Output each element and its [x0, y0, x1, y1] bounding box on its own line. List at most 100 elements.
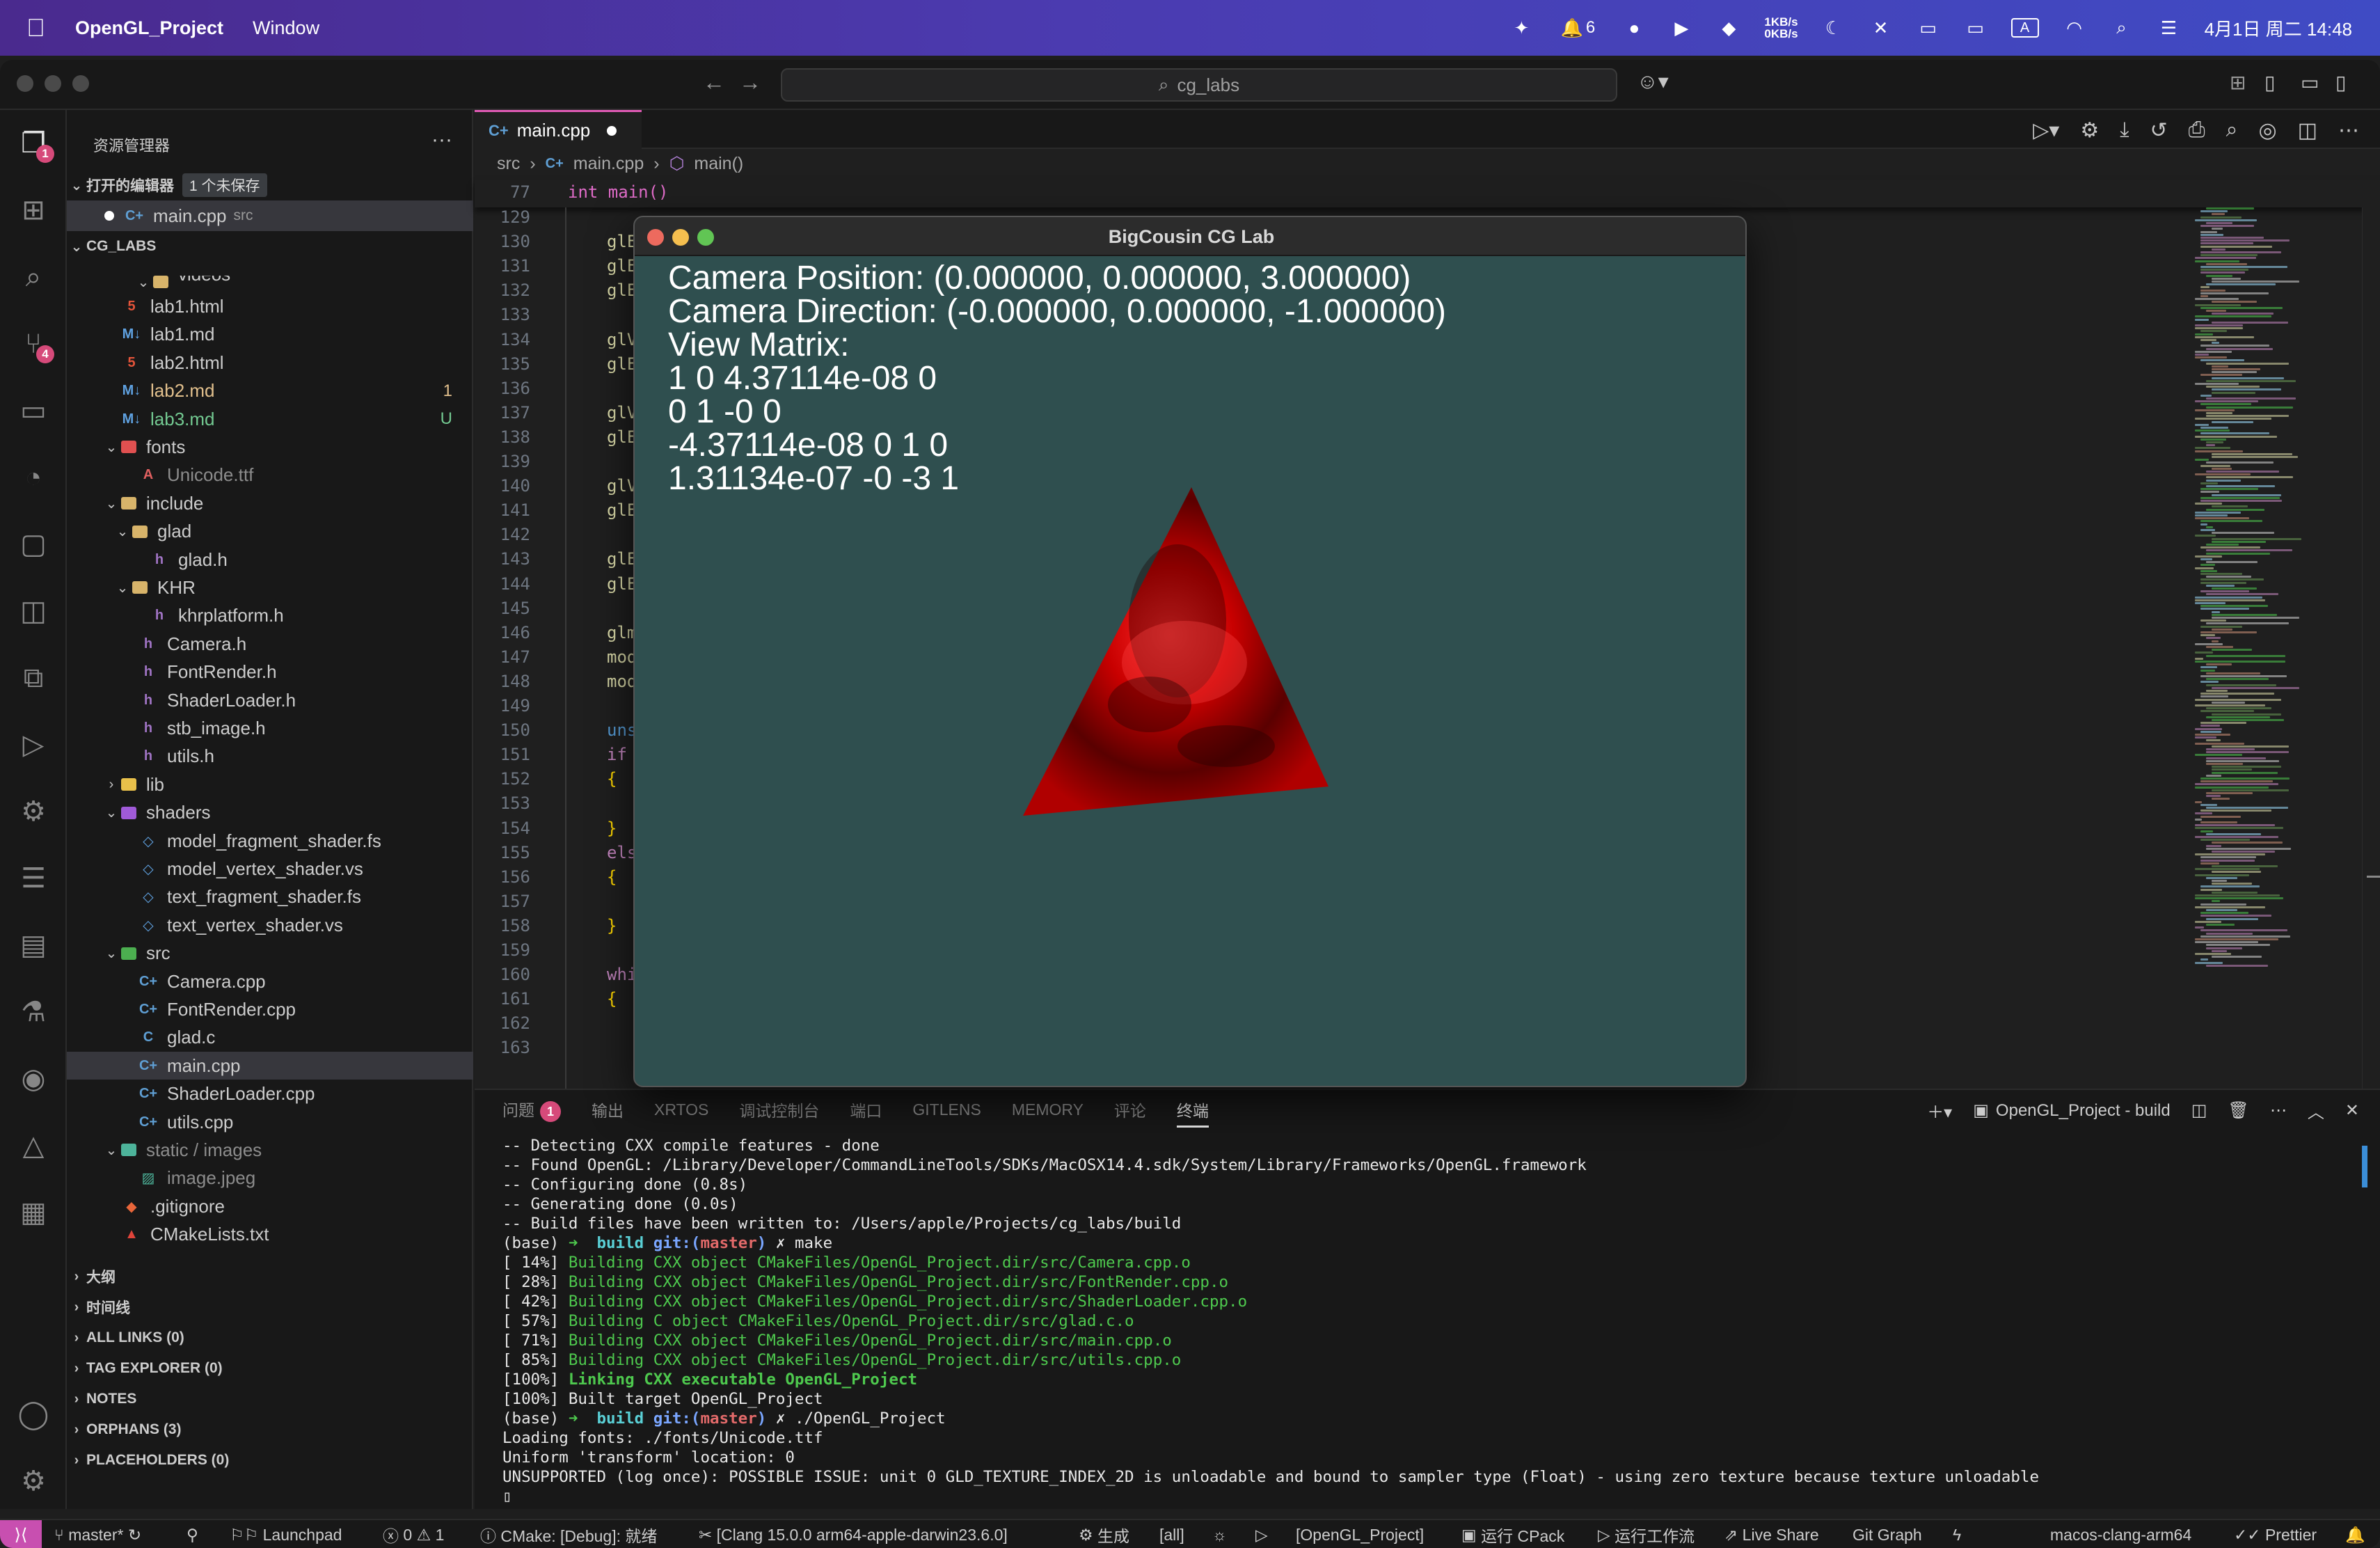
git-graph-button[interactable]: Git Graph — [1853, 1520, 1922, 1548]
sidebar-section[interactable]: › 时间线 — [67, 1293, 473, 1321]
database-icon[interactable]: ☰ — [15, 860, 51, 897]
more-actions-icon[interactable]: ··· — [431, 128, 452, 152]
sidebar-section[interactable]: › ALL LINKS (0) — [67, 1324, 473, 1352]
search-icon[interactable]: ⌕ — [15, 259, 51, 295]
minimize-window-button[interactable] — [45, 75, 61, 92]
file-item[interactable]: C+ FontRender.cpp — [67, 995, 473, 1023]
run-debug-icon[interactable]: ▷ — [15, 727, 51, 763]
file-item[interactable]: M↓ lab2.md 1 — [67, 377, 473, 405]
notebook-icon[interactable]: ▤ — [15, 927, 51, 963]
sticky-scroll-line[interactable]: 77 int main() — [475, 180, 2380, 207]
file-item[interactable]: C+ Camera.cpp — [67, 968, 473, 995]
file-item[interactable]: ◇ model_vertex_shader.vs — [67, 855, 473, 883]
run-icon[interactable]: ▷ — [1255, 1520, 1268, 1548]
cmake-status[interactable]: ⓘ CMake: [Debug]: 就绪 — [480, 1520, 657, 1548]
file-item[interactable]: h Camera.h — [67, 630, 473, 658]
sidebar-section[interactable]: › ORPHANS (3) — [67, 1416, 473, 1444]
more-actions-icon[interactable]: ⋯ — [2270, 1100, 2287, 1121]
file-item[interactable]: ▨ image.jpeg — [67, 1164, 473, 1192]
extensions-icon[interactable]: ⊞ — [15, 192, 51, 228]
prettier-status[interactable]: ✓✓ Prettier — [2234, 1520, 2317, 1548]
minimap[interactable] — [2193, 207, 2326, 980]
cmake-icon[interactable]: ⚙ — [15, 793, 51, 830]
ctest-button[interactable]: ▣ 运行 CPack — [1461, 1520, 1564, 1548]
wifi-icon[interactable]: ◠ — [2063, 17, 2086, 38]
github-icon[interactable]: ◉ — [15, 1061, 51, 1097]
close-panel-icon[interactable]: ✕ — [2345, 1100, 2359, 1121]
zoom-window-button[interactable] — [72, 75, 89, 92]
source-control-icon[interactable]: ⑂ 4 — [15, 326, 54, 363]
gitlens-icon[interactable]: ◔ — [15, 459, 51, 496]
panel-tab[interactable]: MEMORY — [1012, 1100, 1084, 1119]
file-item[interactable]: 5 lab1.html — [67, 292, 473, 320]
forward-arrow-icon[interactable]: → — [739, 70, 761, 95]
display-icon[interactable]: ▭ — [1917, 17, 1940, 38]
nodes-icon[interactable]: ⧉ — [15, 660, 51, 696]
gear-icon[interactable]: ⚙ — [2080, 118, 2099, 143]
close-window-button[interactable] — [17, 75, 33, 92]
panel-tab[interactable]: 评论 — [1114, 1098, 1146, 1121]
folder-item[interactable]: ⌄ videos — [67, 276, 473, 288]
file-item[interactable]: ▲ CMakeLists.txt — [67, 1221, 473, 1249]
mute-icon[interactable]: ✕ — [1869, 17, 1893, 38]
panel-tab[interactable]: 端口 — [850, 1098, 882, 1121]
history-icon[interactable]: ↺ — [2150, 118, 2168, 143]
testing-flask-icon[interactable]: ⚗ — [15, 994, 51, 1030]
book-icon[interactable]: ◫ — [15, 593, 51, 629]
folder-item[interactable]: ⌄ fonts — [67, 433, 473, 461]
file-item[interactable]: ◇ text_fragment_shader.fs — [67, 883, 473, 911]
panel-tab[interactable]: 输出 — [592, 1098, 624, 1121]
editor-scrollbar[interactable] — [2362, 207, 2380, 1133]
file-item[interactable]: h FontRender.h — [67, 658, 473, 686]
trash-icon[interactable]: 🗑 — [2228, 1100, 2248, 1121]
clock[interactable]: 4月1日 周二 14:48 — [2205, 15, 2352, 41]
file-item[interactable]: 5 lab2.html — [67, 349, 473, 377]
sidebar-section[interactable]: › NOTES — [67, 1385, 473, 1413]
toggle-sidebar-icon[interactable]: ▯ — [2264, 71, 2275, 94]
breadcrumb-symbol[interactable]: main() — [694, 154, 743, 174]
folder-item[interactable]: ⌄ shaders — [67, 799, 473, 827]
file-item[interactable]: h utils.h — [67, 743, 473, 771]
branch-status[interactable]: ⑂ master* ↻ — [54, 1520, 141, 1548]
debug-icon[interactable]: ☼ — [1212, 1520, 1227, 1548]
preview-icon[interactable]: ⌕ — [2226, 118, 2238, 143]
folder-item[interactable]: ⌄ include — [67, 489, 473, 517]
sidebar-section[interactable]: › 大纲 — [67, 1263, 473, 1290]
split-editor-icon[interactable]: ◫ — [2298, 118, 2317, 143]
lightning-icon[interactable]: ϟ — [1953, 1520, 1961, 1548]
cat-icon[interactable]: ◆ — [1717, 17, 1740, 38]
folder-item[interactable]: ⌄ static / images — [67, 1136, 473, 1164]
file-item[interactable]: ◇ text_vertex_shader.vs — [67, 911, 473, 939]
file-item[interactable]: C+ ShaderLoader.cpp — [67, 1080, 473, 1108]
panel-tab[interactable]: 终端 — [1176, 1098, 1209, 1128]
more-actions-icon[interactable]: ⋯ — [2338, 118, 2359, 143]
folder-item[interactable]: ⌄ src — [67, 940, 473, 968]
toggle-panel-icon[interactable]: ▭ — [2301, 71, 2319, 94]
open-editors-section[interactable]: ⌄ 打开的编辑器 1 个未保存 — [67, 171, 473, 199]
cmake-triangle-icon[interactable]: △ — [15, 1128, 51, 1164]
live-share-button[interactable]: ⇗ Live Share — [1724, 1520, 1819, 1548]
project-section[interactable]: ⌄ CG_LABS — [67, 232, 473, 260]
remote-explorer-icon[interactable]: ▭ — [15, 393, 51, 429]
build-target[interactable]: [all] — [1159, 1520, 1184, 1548]
breadcrumb-folder[interactable]: src — [497, 154, 520, 174]
folder-item[interactable]: ⌄ KHR — [67, 574, 473, 601]
terminal-name[interactable]: OpenGL_Project - build — [1996, 1101, 2171, 1121]
app-name-menu[interactable]: OpenGL_Project — [75, 17, 223, 39]
moon-icon[interactable]: ☾ — [1822, 17, 1846, 38]
print-icon[interactable]: ⎙ — [2189, 118, 2205, 143]
file-item[interactable]: C+ utils.cpp — [67, 1108, 473, 1136]
workflow-button[interactable]: ▷ 运行工作流 — [1598, 1520, 1695, 1548]
back-arrow-icon[interactable]: ← — [703, 70, 725, 95]
file-item[interactable]: h ShaderLoader.h — [67, 686, 473, 714]
file-item[interactable]: ◆ .gitignore — [67, 1192, 473, 1220]
panel-tab[interactable]: 问题 1 — [502, 1097, 561, 1123]
tab-main-cpp[interactable]: C+ main.cpp — [475, 110, 642, 149]
opengl-window[interactable]: BigCousin CG Lab Camera Position: (0.000… — [633, 216, 1747, 1087]
apple-menu-icon[interactable]:  — [26, 13, 54, 42]
kit-status[interactable]: ✂ [Clang 15.0.0 arm64-apple-darwin23.6.0… — [699, 1520, 1008, 1548]
explorer-icon[interactable]: ❐ 1 — [15, 125, 54, 163]
file-item[interactable]: Cglad.c — [67, 1024, 473, 1052]
copilot-icon[interactable]: ☺▾ — [1637, 70, 1669, 94]
bird-icon[interactable]: ✦ — [1509, 17, 1533, 38]
